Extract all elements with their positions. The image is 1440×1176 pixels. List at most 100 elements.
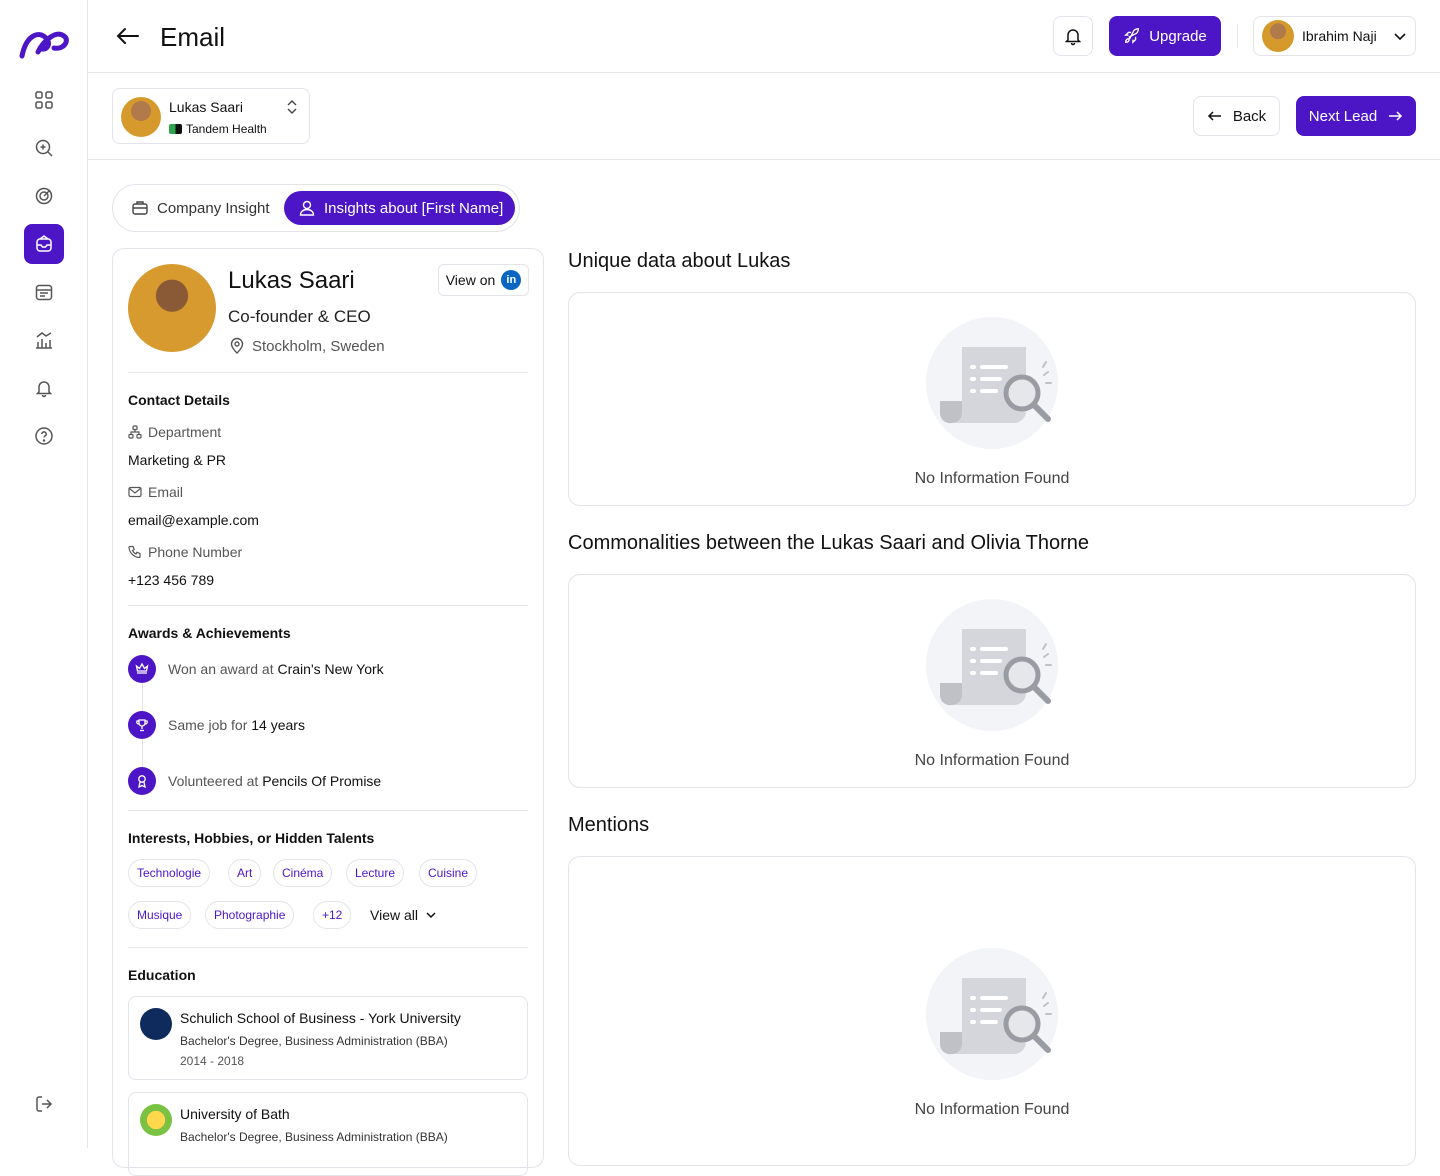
lead-toolbar: Lukas Saari Tandem Health Back Next Lead — [88, 73, 1440, 160]
next-lead-button[interactable]: Next Lead — [1296, 96, 1416, 136]
phone-value[interactable]: +123 456 789 — [128, 572, 214, 588]
school-years: 2014 - 2018 — [180, 1054, 245, 1068]
logout-icon — [36, 1096, 53, 1112]
mentions-panel: No Information Found — [568, 856, 1416, 1166]
crown-icon — [128, 655, 156, 683]
school-logo-icon — [140, 1104, 172, 1136]
school-degree: Bachelor's Degree, Business Administrati… — [180, 1130, 448, 1144]
view-all-interests-button[interactable]: View all — [370, 907, 438, 923]
view-on-label: View on — [445, 272, 496, 288]
education-card: Schulich School of Business - York Unive… — [128, 996, 528, 1080]
arrow-right-icon — [1389, 111, 1403, 121]
interest-chip[interactable]: Cuisine — [419, 859, 478, 887]
phone-label: Phone Number — [128, 544, 242, 560]
unique-data-panel: No Information Found — [568, 292, 1416, 506]
award-item: Volunteered at Pencils Of Promise — [128, 767, 381, 795]
empty-state-text: No Information Found — [914, 470, 1070, 487]
sidebar-item-calendar[interactable] — [24, 272, 64, 312]
arrow-left-icon — [1207, 111, 1221, 121]
target-icon — [35, 187, 53, 205]
app-logo[interactable] — [16, 26, 72, 62]
commonalities-title: Commonalities between the Lukas Saari an… — [568, 532, 1090, 554]
award-highlight: Crain's New York — [277, 661, 384, 677]
email-value[interactable]: email@example.com — [128, 512, 259, 528]
timeline-line — [142, 683, 143, 711]
interest-more-chip[interactable]: +12 — [313, 901, 352, 929]
location-pin-icon — [230, 337, 244, 354]
education-card: University of Bath Bachelor's Degree, Bu… — [128, 1092, 528, 1176]
calendar-icon — [35, 284, 53, 301]
chevron-down-icon — [426, 912, 436, 919]
chevron-up-down-icon — [287, 100, 297, 114]
grid-icon — [35, 91, 53, 109]
sidebar-item-analytics[interactable] — [24, 320, 64, 360]
interest-chip[interactable]: Technologie — [128, 859, 211, 887]
interest-chip[interactable]: Musique — [128, 901, 192, 929]
lead-company: Tandem Health — [169, 122, 267, 136]
interest-chip[interactable]: Photographie — [205, 901, 295, 929]
award-prefix: Won an award at — [168, 661, 274, 677]
email-label-text: Email — [148, 484, 184, 500]
no-results-illustration-icon — [926, 317, 1058, 449]
user-menu[interactable]: Ibrahim Naji — [1253, 16, 1416, 56]
user-name: Ibrahim Naji — [1302, 28, 1377, 44]
profile-location-text: Stockholm, Sweden — [252, 337, 385, 355]
notifications-button[interactable] — [1053, 16, 1093, 56]
empty-state-text: No Information Found — [914, 1101, 1070, 1118]
interest-chip[interactable]: Art — [228, 859, 262, 887]
tab-company-insight[interactable]: Company Insight — [131, 191, 270, 225]
timeline-line — [142, 739, 143, 767]
unique-data-title: Unique data about Lukas — [568, 250, 791, 272]
header-divider — [1237, 24, 1238, 48]
user-icon — [299, 200, 315, 216]
education-title: Education — [128, 967, 196, 983]
commonalities-panel: No Information Found — [568, 574, 1416, 788]
school-degree: Bachelor's Degree, Business Administrati… — [180, 1034, 448, 1048]
award-highlight: Pencils Of Promise — [262, 773, 382, 789]
school-name: University of Bath — [180, 1106, 290, 1122]
sidebar-item-dashboard[interactable] — [24, 80, 64, 120]
tab-insights-person[interactable]: Insights about [First Name] — [284, 191, 515, 225]
lead-company-name: Tandem Health — [186, 122, 267, 136]
divider — [128, 372, 528, 373]
award-prefix: Same job for — [168, 717, 248, 733]
divider — [128, 810, 528, 811]
sidebar-item-notifications[interactable] — [24, 368, 64, 408]
interest-chip[interactable]: Lecture — [346, 859, 405, 887]
back-arrow-icon[interactable] — [114, 22, 142, 50]
no-results-illustration-icon — [926, 948, 1058, 1080]
sidebar — [0, 0, 88, 1148]
next-lead-label: Next Lead — [1308, 107, 1378, 125]
sidebar-item-email[interactable] — [24, 224, 64, 264]
award-highlight: 14 years — [251, 717, 305, 733]
sidebar-item-help[interactable] — [24, 416, 64, 456]
back-button[interactable]: Back — [1193, 96, 1280, 136]
medal-icon — [128, 767, 156, 795]
view-all-label: View all — [370, 907, 418, 923]
top-header: Email Upgrade Ibrahim Naji — [88, 0, 1440, 73]
bell-icon — [35, 381, 53, 398]
contact-details-title: Contact Details — [128, 392, 230, 408]
phone-label-text: Phone Number — [148, 544, 243, 560]
interest-chip[interactable]: Cinéma — [273, 859, 333, 887]
view-on-linkedin-button[interactable]: View on in — [438, 264, 529, 296]
org-chart-icon — [128, 425, 142, 439]
profile-role: Co-founder & CEO — [228, 307, 371, 326]
profile-location: Stockholm, Sweden — [228, 337, 385, 355]
mail-icon — [128, 486, 142, 498]
sidebar-item-logout[interactable] — [24, 1084, 64, 1124]
school-name: Schulich School of Business - York Unive… — [180, 1010, 461, 1026]
upgrade-button[interactable]: Upgrade — [1109, 16, 1221, 56]
inbox-icon — [36, 235, 52, 252]
lead-selector[interactable]: Lukas Saari Tandem Health — [112, 88, 310, 144]
lead-name: Lukas Saari — [169, 99, 243, 115]
profile-card: Lukas Saari Co-founder & CEO Stockholm, … — [112, 248, 544, 1176]
phone-icon — [128, 545, 141, 559]
department-label-text: Department — [148, 424, 222, 440]
trophy-icon — [128, 711, 156, 739]
sidebar-item-search[interactable] — [24, 128, 64, 168]
sidebar-item-targets[interactable] — [24, 176, 64, 216]
email-label: Email — [128, 484, 183, 500]
award-item: Won an award at Crain's New York — [128, 655, 384, 683]
interests-title: Interests, Hobbies, or Hidden Talents — [128, 830, 375, 846]
